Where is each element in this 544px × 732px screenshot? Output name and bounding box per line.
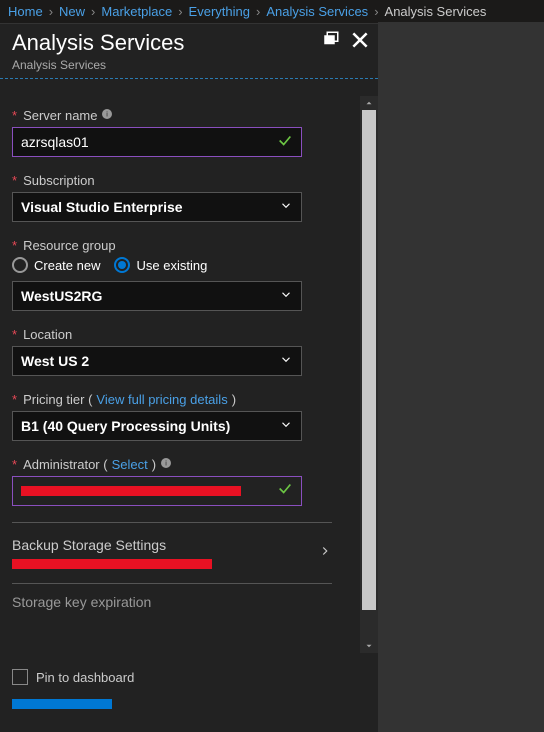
scroll-thumb[interactable]	[362, 110, 376, 610]
check-icon	[277, 481, 293, 502]
chevron-down-icon	[279, 418, 293, 435]
admin-label-prefix: Administrator (	[23, 457, 108, 472]
admin-select-link[interactable]: Select	[112, 457, 148, 472]
chevron-right-icon: ›	[49, 4, 53, 19]
crumb-new[interactable]: New	[59, 4, 85, 19]
pricing-value: B1 (40 Query Processing Units)	[21, 418, 230, 434]
breadcrumb: Home › New › Marketplace › Everything › Anal…	[0, 0, 544, 23]
chevron-right-icon: ›	[256, 4, 260, 19]
server-name-label: Server name	[23, 108, 97, 123]
redacted-text	[12, 559, 212, 569]
chevron-right-icon	[318, 544, 332, 563]
scrollbar[interactable]	[360, 96, 378, 653]
administrator-input[interactable]	[12, 476, 302, 506]
divider	[12, 522, 332, 523]
pin-label: Pin to dashboard	[36, 670, 134, 685]
server-name-value: azrsqlas01	[21, 134, 89, 150]
resource-group-select[interactable]: WestUS2RG	[12, 281, 302, 311]
divider	[12, 583, 332, 584]
redacted-text	[21, 486, 241, 496]
chevron-down-icon	[279, 353, 293, 370]
panel-footer: Pin to dashboard	[0, 653, 378, 732]
pricing-label-suffix: )	[232, 392, 236, 407]
chevron-right-icon: ›	[178, 4, 182, 19]
crumb-home[interactable]: Home	[8, 4, 43, 19]
crumb-everything[interactable]: Everything	[189, 4, 250, 19]
subscription-select[interactable]: Visual Studio Enterprise	[12, 192, 302, 222]
crumb-marketplace[interactable]: Marketplace	[101, 4, 172, 19]
subscription-label: Subscription	[23, 173, 95, 188]
blade-panel: Analysis Services Analysis Services *Ser…	[0, 23, 378, 732]
chevron-down-icon	[279, 288, 293, 305]
pricing-tier-select[interactable]: B1 (40 Query Processing Units)	[12, 411, 302, 441]
resource-group-value: WestUS2RG	[21, 288, 102, 304]
storage-key-label: Storage key expiration	[12, 594, 366, 610]
admin-label-suffix: )	[152, 457, 156, 472]
info-icon[interactable]: i	[101, 108, 113, 123]
backup-storage-settings[interactable]: Backup Storage Settings	[12, 533, 332, 573]
radio-use-existing[interactable]: Use existing	[114, 257, 207, 273]
chevron-right-icon: ›	[91, 4, 95, 19]
restore-window-icon[interactable]	[322, 30, 340, 55]
pin-to-dashboard-checkbox[interactable]	[12, 669, 28, 685]
location-value: West US 2	[21, 353, 89, 369]
panel-title: Analysis Services	[12, 30, 366, 56]
resource-group-label: Resource group	[23, 238, 116, 253]
chevron-right-icon: ›	[374, 4, 378, 19]
location-label: Location	[23, 327, 72, 342]
scroll-up-icon[interactable]	[360, 96, 378, 110]
close-icon[interactable]	[350, 30, 370, 55]
radio-create-new[interactable]: Create new	[12, 257, 100, 273]
subscription-value: Visual Studio Enterprise	[21, 199, 183, 215]
right-empty-pane	[378, 22, 544, 732]
pricing-details-link[interactable]: View full pricing details	[96, 392, 227, 407]
crumb-analysis-services[interactable]: Analysis Services	[266, 4, 368, 19]
backup-title: Backup Storage Settings	[12, 537, 212, 553]
chevron-down-icon	[279, 199, 293, 216]
check-icon	[277, 133, 293, 152]
server-name-input[interactable]: azrsqlas01	[12, 127, 302, 157]
form-area: *Server name i azrsqlas01 *Subscription …	[0, 96, 378, 653]
location-select[interactable]: West US 2	[12, 346, 302, 376]
pricing-label-prefix: Pricing tier (	[23, 392, 92, 407]
crumb-current: Analysis Services	[385, 4, 487, 19]
create-button[interactable]	[12, 699, 112, 709]
scroll-down-icon[interactable]	[360, 639, 378, 653]
panel-subtitle: Analysis Services	[12, 58, 366, 72]
info-icon[interactable]: i	[160, 457, 172, 472]
